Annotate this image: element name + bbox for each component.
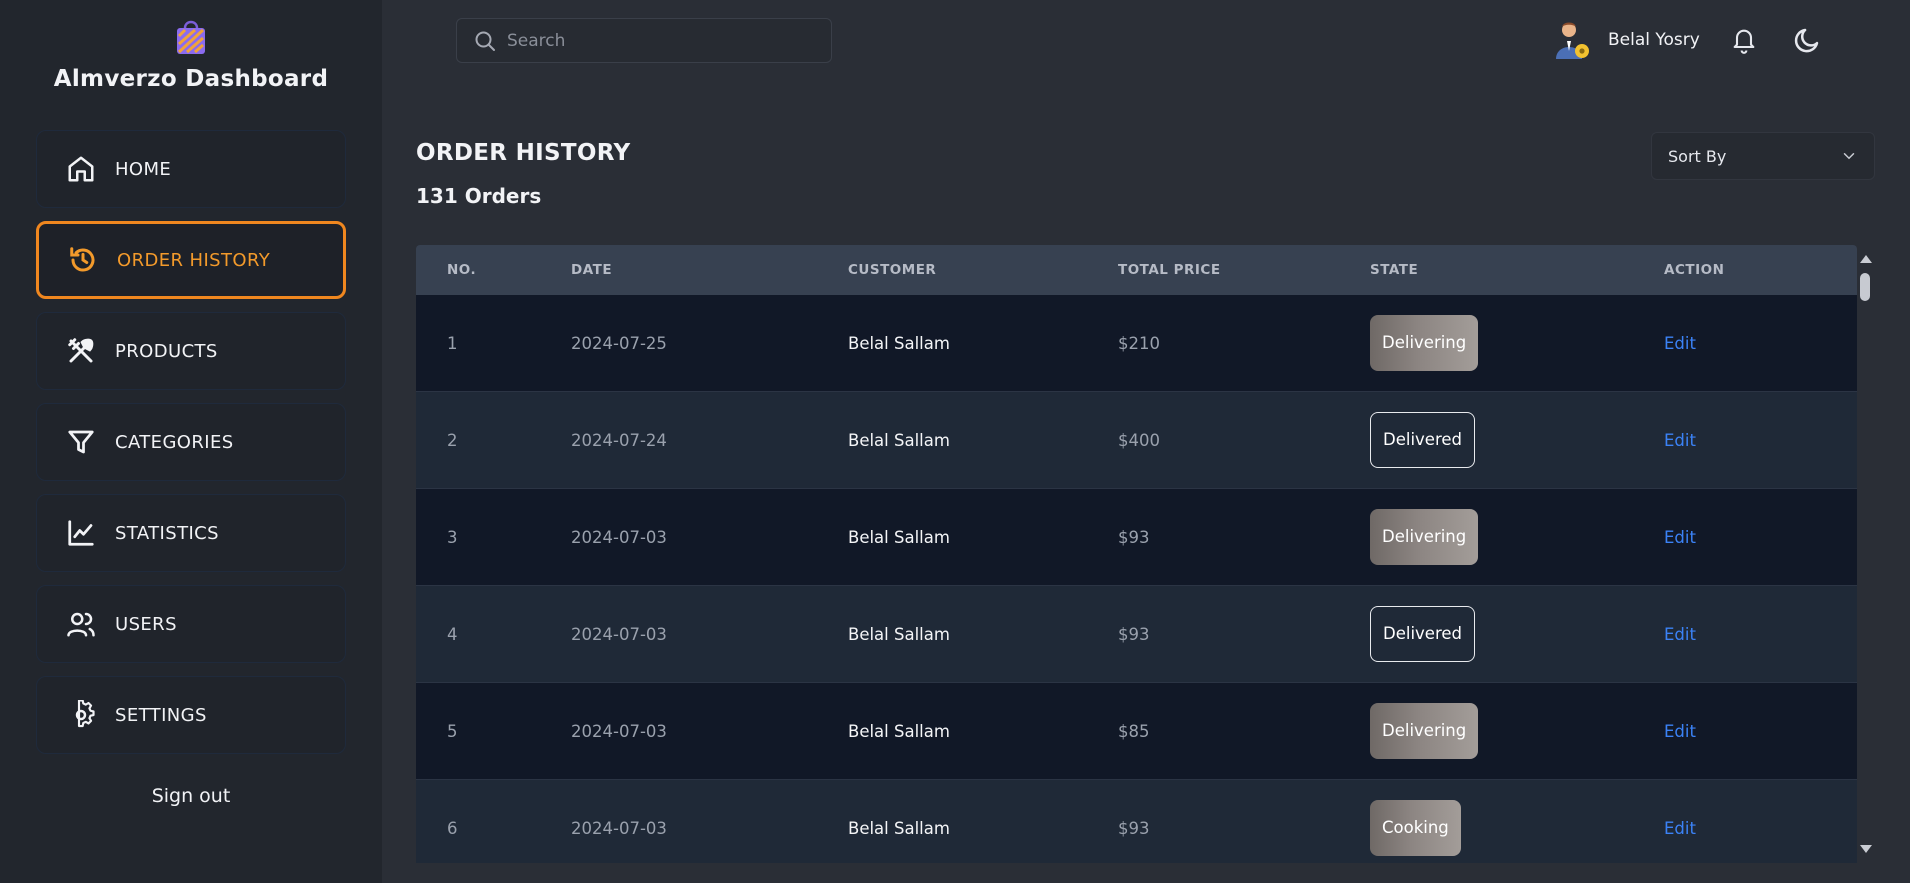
cell-customer: Belal Sallam — [848, 721, 950, 741]
cell-customer: Belal Sallam — [848, 818, 950, 838]
cell-no: 3 — [447, 527, 458, 547]
scrollbar[interactable] — [1857, 245, 1873, 863]
sidebar-item-categories[interactable]: CATEGORIES — [36, 403, 346, 481]
chart-line-icon — [65, 517, 97, 549]
search-input[interactable] — [507, 30, 807, 51]
column-header-total-price: TOTAL PRICE — [1118, 262, 1221, 278]
user-profile[interactable]: Belal Yosry — [1552, 18, 1700, 62]
brand-title: Almverzo Dashboard — [53, 66, 329, 92]
sidebar-item-label: PRODUCTS — [115, 340, 218, 362]
cell-date: 2024-07-03 — [571, 721, 667, 741]
cell-customer: Belal Sallam — [848, 527, 950, 547]
table-header: NO. DATE CUSTOMER TOTAL PRICE STATE ACTI… — [416, 245, 1857, 295]
table-row: 4 2024-07-03 Belal Sallam $93 Delivered … — [416, 586, 1857, 683]
sidebar-item-users[interactable]: USERS — [36, 585, 346, 663]
sidebar-item-statistics[interactable]: STATISTICS — [36, 494, 346, 572]
bell-icon[interactable] — [1730, 24, 1758, 56]
status-badge: Delivering — [1370, 703, 1479, 759]
sidebar-item-label: ORDER HISTORY — [117, 249, 271, 271]
cell-date: 2024-07-24 — [571, 430, 667, 450]
sidebar-item-settings[interactable]: SETTINGS — [36, 676, 346, 754]
utensils-icon — [65, 335, 97, 367]
scroll-down-arrow-icon[interactable] — [1860, 845, 1872, 853]
cell-customer: Belal Sallam — [848, 430, 950, 450]
shopping-bag-icon — [177, 20, 205, 54]
cell-total-price: $210 — [1118, 333, 1160, 353]
column-header-no: NO. — [447, 262, 477, 278]
edit-link[interactable]: Edit — [1664, 431, 1696, 450]
cell-customer: Belal Sallam — [848, 333, 950, 353]
status-badge: Cooking — [1370, 800, 1461, 856]
sidebar-item-label: HOME — [115, 158, 172, 180]
cell-total-price: $93 — [1118, 624, 1150, 644]
table-row: 1 2024-07-25 Belal Sallam $210 Deliverin… — [416, 295, 1857, 392]
sidebar-item-products[interactable]: PRODUCTS — [36, 312, 346, 390]
search-box[interactable] — [456, 18, 832, 63]
page-title: ORDER HISTORY — [416, 140, 631, 166]
chevron-down-icon — [1843, 153, 1855, 160]
table-row: 6 2024-07-03 Belal Sallam $93 Cooking Ed… — [416, 780, 1857, 863]
cell-date: 2024-07-03 — [571, 818, 667, 838]
gear-icon — [65, 699, 97, 731]
cell-no: 1 — [447, 333, 458, 353]
cell-date: 2024-07-03 — [571, 527, 667, 547]
sort-by-label: Sort By — [1668, 146, 1727, 166]
cell-total-price: $93 — [1118, 818, 1150, 838]
cell-no: 5 — [447, 721, 458, 741]
sign-out-link[interactable]: Sign out — [0, 785, 382, 807]
table-row: 3 2024-07-03 Belal Sallam $93 Delivering… — [416, 489, 1857, 586]
order-count: 131 Orders — [416, 184, 542, 208]
avatar — [1556, 22, 1589, 59]
column-header-date: DATE — [571, 262, 613, 278]
sidebar: Almverzo Dashboard HOME ORDER HISTORY PR… — [0, 0, 382, 883]
edit-link[interactable]: Edit — [1664, 819, 1696, 838]
cell-no: 6 — [447, 818, 458, 838]
edit-link[interactable]: Edit — [1664, 625, 1696, 644]
moon-icon[interactable] — [1792, 24, 1822, 56]
edit-link[interactable]: Edit — [1664, 528, 1696, 547]
sidebar-item-label: CATEGORIES — [115, 431, 234, 453]
history-icon — [67, 244, 99, 276]
status-badge: Delivering — [1370, 509, 1479, 565]
sidebar-item-label: STATISTICS — [115, 522, 219, 544]
sidebar-item-home[interactable]: HOME — [36, 130, 346, 208]
cell-total-price: $93 — [1118, 527, 1150, 547]
edit-link[interactable]: Edit — [1664, 334, 1696, 353]
cell-no: 4 — [447, 624, 458, 644]
brand: Almverzo Dashboard — [0, 16, 382, 92]
sidebar-item-label: SETTINGS — [115, 704, 207, 726]
status-badge: Delivered — [1370, 606, 1475, 662]
column-header-customer: CUSTOMER — [848, 262, 937, 278]
cell-total-price: $400 — [1118, 430, 1160, 450]
column-header-action: ACTION — [1664, 262, 1725, 278]
home-icon — [65, 153, 97, 185]
table-row: 2 2024-07-24 Belal Sallam $400 Delivered… — [416, 392, 1857, 489]
user-name: Belal Yosry — [1608, 30, 1700, 50]
column-header-state: STATE — [1370, 262, 1419, 278]
sidebar-item-order-history[interactable]: ORDER HISTORY — [36, 221, 346, 299]
users-icon — [65, 608, 97, 640]
scroll-up-arrow-icon[interactable] — [1860, 255, 1872, 263]
scrollbar-thumb[interactable] — [1860, 273, 1870, 301]
table-row: 5 2024-07-03 Belal Sallam $85 Delivering… — [416, 683, 1857, 780]
filter-icon — [65, 426, 97, 458]
cell-customer: Belal Sallam — [848, 624, 950, 644]
edit-link[interactable]: Edit — [1664, 722, 1696, 741]
status-badge: Delivered — [1370, 412, 1475, 468]
sort-by-dropdown[interactable]: Sort By — [1651, 132, 1875, 180]
status-badge: Delivering — [1370, 315, 1479, 371]
cell-no: 2 — [447, 430, 458, 450]
sidebar-item-label: USERS — [115, 613, 177, 635]
search-icon — [475, 31, 495, 51]
orders-table: NO. DATE CUSTOMER TOTAL PRICE STATE ACTI… — [416, 245, 1857, 863]
cell-total-price: $85 — [1118, 721, 1150, 741]
cell-date: 2024-07-03 — [571, 624, 667, 644]
cell-date: 2024-07-25 — [571, 333, 667, 353]
